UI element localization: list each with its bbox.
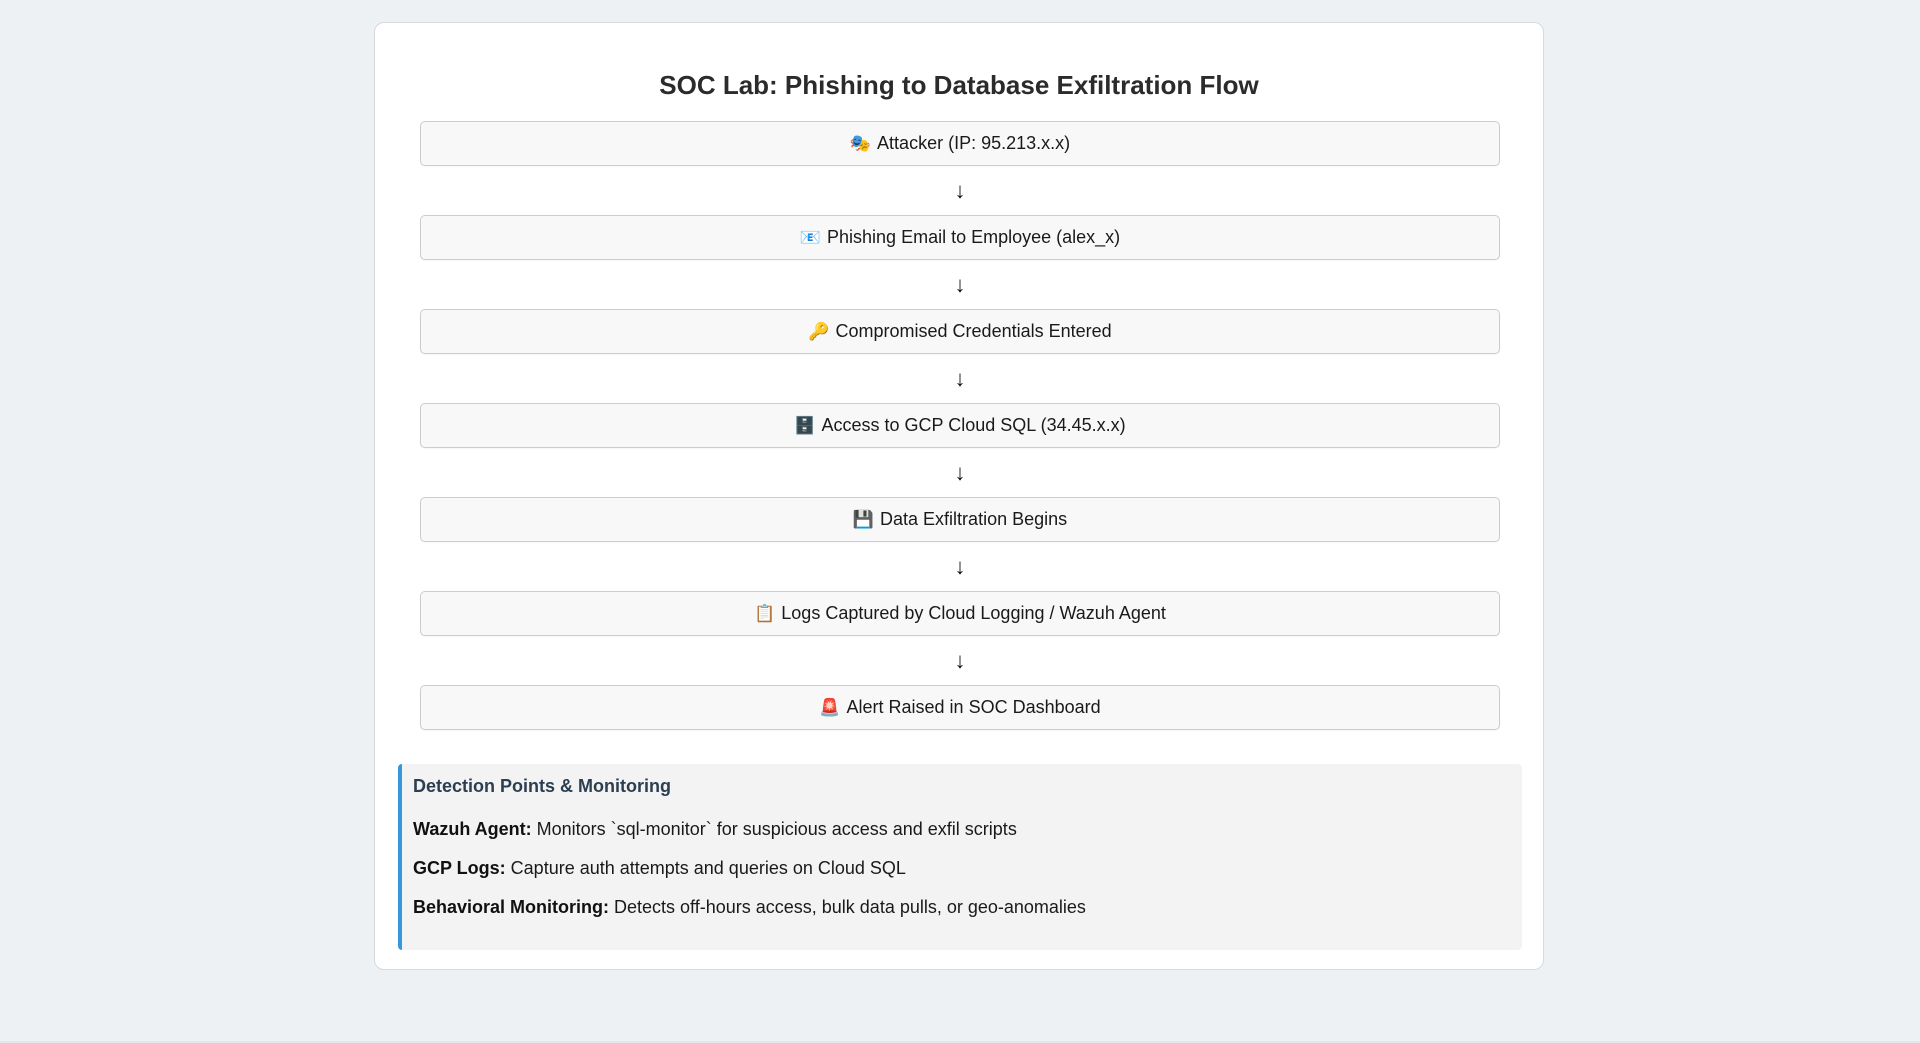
detection-item-label: Wazuh Agent:: [413, 819, 532, 839]
flow-step-label: Phishing Email to Employee (alex_x): [827, 227, 1121, 247]
flow-step-attacker: 🎭 Attacker (IP: 95.213.x.x): [420, 121, 1500, 166]
detection-item-text: Capture auth attempts and queries on Clo…: [505, 858, 906, 878]
flow-step-label: Alert Raised in SOC Dashboard: [846, 697, 1101, 717]
down-arrow-icon: ↓: [954, 271, 966, 297]
down-arrow-icon: ↓: [954, 177, 966, 203]
down-arrow-icon: ↓: [954, 647, 966, 673]
siren-icon: 🚨: [819, 697, 841, 717]
flow-step-logs-captured: 📋 Logs Captured by Cloud Logging / Wazuh…: [420, 591, 1500, 636]
detection-title: Detection Points & Monitoring: [413, 776, 671, 796]
detection-item-text: Detects off-hours access, bulk data pull…: [609, 897, 1086, 917]
detection-item-label: GCP Logs:: [413, 858, 506, 878]
flow-diagram: 🎭 Attacker (IP: 95.213.x.x) ↓ 📧 Phishing…: [420, 121, 1500, 730]
detection-item-label: Behavioral Monitoring:: [413, 897, 610, 917]
page-title: SOC Lab: Phishing to Database Exfiltrati…: [659, 70, 1259, 100]
flow-step-label: Data Exfiltration Begins: [880, 509, 1068, 529]
flow-step-credentials: 🔑 Compromised Credentials Entered: [420, 309, 1500, 354]
flow-step-label: Logs Captured by Cloud Logging / Wazuh A…: [781, 603, 1166, 623]
flow-step-exfiltration: 💾 Data Exfiltration Begins: [420, 497, 1500, 542]
flow-step-phishing-email: 📧 Phishing Email to Employee (alex_x): [420, 215, 1500, 260]
flow-step-cloud-sql-access: 🗄️ Access to GCP Cloud SQL (34.45.x.x): [420, 403, 1500, 448]
flow-step-alert-raised: 🚨 Alert Raised in SOC Dashboard: [420, 685, 1500, 730]
down-arrow-icon: ↓: [954, 459, 966, 485]
down-arrow-icon: ↓: [954, 553, 966, 579]
theater-masks-icon: 🎭: [849, 133, 872, 153]
detection-item-behavioral: Behavioral Monitoring: Detects off-hours…: [413, 894, 1522, 920]
flow-step-label: Attacker (IP: 95.213.x.x): [877, 133, 1071, 153]
email-icon: 📧: [799, 227, 822, 247]
key-icon: 🔑: [808, 321, 830, 341]
flow-step-label: Compromised Credentials Entered: [835, 321, 1112, 341]
flow-step-label: Access to GCP Cloud SQL (34.45.x.x): [821, 415, 1126, 435]
detection-item-wazuh: Wazuh Agent: Monitors `sql-monitor` for …: [413, 816, 1522, 842]
detection-panel: Detection Points & Monitoring Wazuh Agen…: [398, 764, 1522, 950]
file-cabinet-icon: 🗄️: [794, 415, 816, 435]
clipboard-icon: 📋: [754, 603, 776, 623]
diagram-card: SOC Lab: Phishing to Database Exfiltrati…: [374, 22, 1544, 970]
floppy-disk-icon: 💾: [852, 509, 875, 529]
detection-item-gcp-logs: GCP Logs: Capture auth attempts and quer…: [413, 855, 1522, 881]
down-arrow-icon: ↓: [954, 365, 966, 391]
detection-item-text: Monitors `sql-monitor` for suspicious ac…: [531, 819, 1017, 839]
